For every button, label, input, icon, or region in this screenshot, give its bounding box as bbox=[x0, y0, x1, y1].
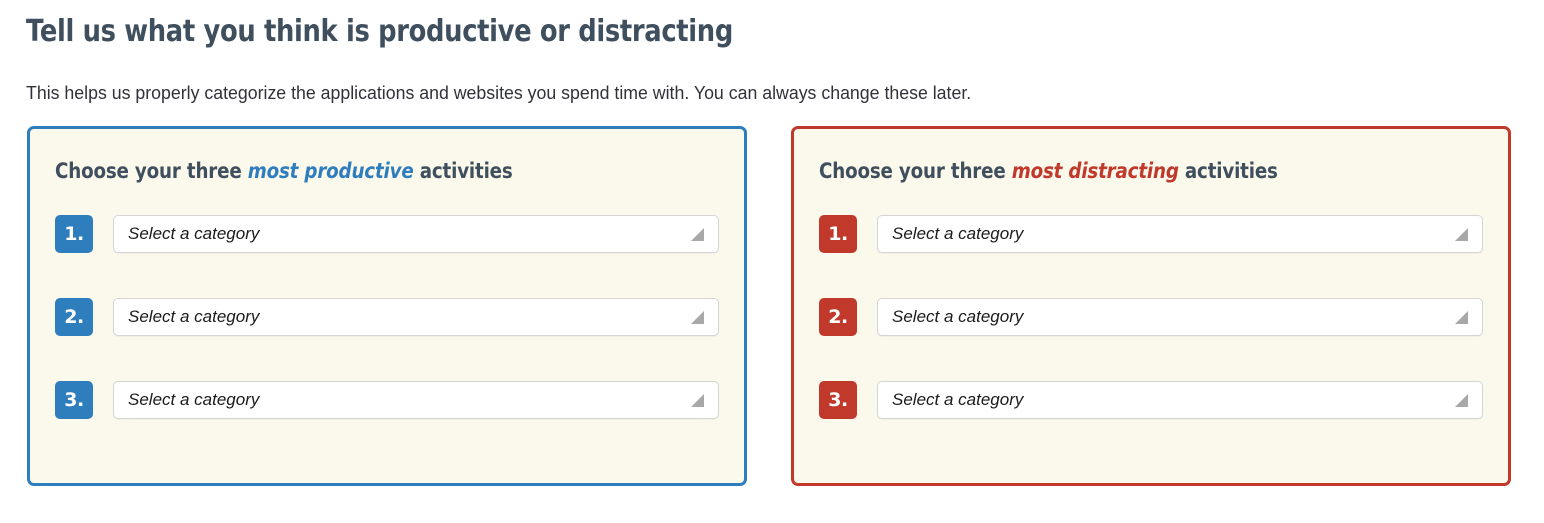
distracting-select-rows: 1. Select a category 2. Select a categor… bbox=[819, 215, 1483, 419]
triangle-down-left-icon bbox=[1455, 227, 1468, 241]
productive-category-select-1-value: Select a category bbox=[128, 224, 260, 243]
panel-heading-suffix: activities bbox=[1178, 159, 1278, 183]
panel-heading-most-productive: Choose your three most productive activi… bbox=[55, 157, 513, 185]
panel-heading-most-distracting: Choose your three most distracting activ… bbox=[819, 157, 1278, 185]
distracting-category-select-3[interactable]: Select a category bbox=[877, 381, 1483, 419]
productive-category-select-3[interactable]: Select a category bbox=[113, 381, 719, 419]
rank-badge-3: 3. bbox=[55, 381, 93, 419]
productive-row-3: 3. Select a category bbox=[55, 381, 719, 419]
rank-badge-1: 1. bbox=[55, 215, 93, 253]
productive-category-select-3-value: Select a category bbox=[128, 390, 260, 409]
triangle-down-left-icon bbox=[691, 227, 704, 241]
rank-badge-2: 2. bbox=[55, 298, 93, 336]
productive-category-select-1[interactable]: Select a category bbox=[113, 215, 719, 253]
triangle-down-left-icon bbox=[691, 310, 704, 324]
distracting-row-1: 1. Select a category bbox=[819, 215, 1483, 253]
panel-heading-emphasis: most productive bbox=[247, 159, 414, 183]
rank-badge-1: 1. bbox=[819, 215, 857, 253]
category-panels: Choose your three most productive activi… bbox=[0, 126, 1544, 488]
triangle-down-left-icon bbox=[691, 393, 704, 407]
triangle-down-left-icon bbox=[1455, 393, 1468, 407]
productive-select-rows: 1. Select a category 2. Select a categor… bbox=[55, 215, 719, 419]
distracting-category-select-3-value: Select a category bbox=[892, 390, 1024, 409]
distracting-category-select-1[interactable]: Select a category bbox=[877, 215, 1483, 253]
page-subtitle: This helps us properly categorize the ap… bbox=[26, 83, 972, 103]
rank-badge-2: 2. bbox=[819, 298, 857, 336]
rank-badge-3: 3. bbox=[819, 381, 857, 419]
triangle-down-left-icon bbox=[1455, 310, 1468, 324]
distracting-row-3: 3. Select a category bbox=[819, 381, 1483, 419]
panel-heading-prefix: Choose your three bbox=[55, 159, 248, 183]
page-title: Tell us what you think is productive or … bbox=[26, 14, 733, 49]
distracting-category-select-1-value: Select a category bbox=[892, 224, 1024, 243]
panel-heading-emphasis: most distracting bbox=[1011, 159, 1179, 183]
panel-most-distracting: Choose your three most distracting activ… bbox=[791, 126, 1511, 486]
distracting-row-2: 2. Select a category bbox=[819, 298, 1483, 336]
panel-heading-suffix: activities bbox=[413, 159, 513, 183]
distracting-category-select-2[interactable]: Select a category bbox=[877, 298, 1483, 336]
panel-heading-prefix: Choose your three bbox=[819, 159, 1012, 183]
productive-row-1: 1. Select a category bbox=[55, 215, 719, 253]
productive-row-2: 2. Select a category bbox=[55, 298, 719, 336]
productive-category-select-2[interactable]: Select a category bbox=[113, 298, 719, 336]
productive-category-select-2-value: Select a category bbox=[128, 307, 260, 326]
distracting-category-select-2-value: Select a category bbox=[892, 307, 1024, 326]
onboarding-categorize-page: Tell us what you think is productive or … bbox=[0, 0, 1544, 523]
panel-most-productive: Choose your three most productive activi… bbox=[27, 126, 747, 486]
